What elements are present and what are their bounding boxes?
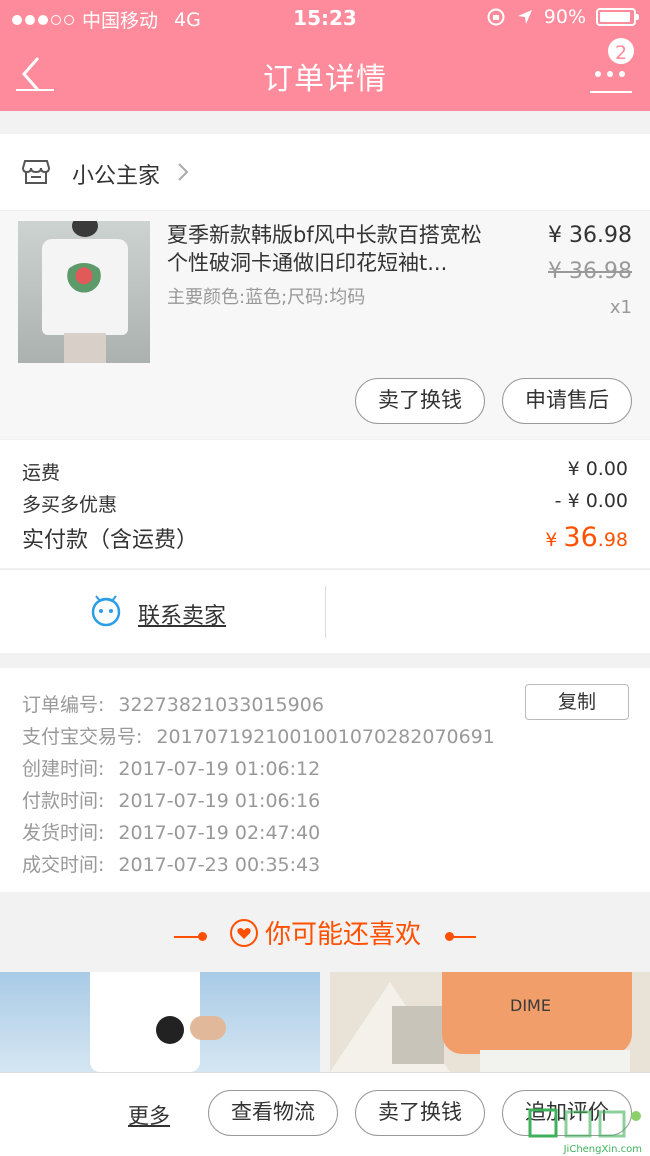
decor-line-right bbox=[446, 936, 476, 938]
notification-badge: 2 bbox=[606, 36, 636, 66]
more-link[interactable]: 更多 bbox=[128, 1100, 170, 1130]
rotation-lock-icon bbox=[487, 8, 505, 26]
order-info-value: 2017-07-23 00:35:43 bbox=[118, 854, 321, 876]
sell-for-cash-button[interactable]: 卖了换钱 bbox=[355, 378, 485, 424]
order-info-row: 订单编号: 32273821033015906 bbox=[22, 690, 324, 717]
shipping-value: ¥ 0.00 bbox=[567, 458, 628, 480]
order-info-label: 创建时间: bbox=[22, 758, 105, 780]
order-info-row: 支付宝交易号: 2017071921001001070282070691 bbox=[22, 722, 495, 749]
order-info-value: 2017071921001001070282070691 bbox=[156, 726, 495, 748]
location-icon bbox=[517, 10, 532, 24]
discount-value: - ¥ 0.00 bbox=[554, 490, 628, 512]
shop-name: 小公主家 bbox=[72, 164, 161, 189]
shop-icon bbox=[22, 160, 50, 184]
chevron-right-icon bbox=[178, 163, 189, 181]
shipping-label: 运费 bbox=[22, 462, 61, 484]
order-info-value: 2017-07-19 01:06:16 bbox=[118, 790, 321, 812]
recommend-item-image[interactable] bbox=[0, 972, 320, 1072]
shipping-row: 运费 ¥ 0.00 bbox=[22, 458, 628, 485]
recommend-item-image[interactable]: DIME bbox=[330, 972, 650, 1072]
order-info-row: 成交时间: 2017-07-23 00:35:43 bbox=[22, 850, 320, 877]
heart-icon bbox=[229, 919, 258, 947]
recommend-title: 你可能还喜欢 bbox=[264, 920, 421, 950]
chat-face-icon bbox=[91, 595, 121, 627]
watermark-text: JiChengXin.com bbox=[563, 1144, 642, 1155]
order-info-label: 成交时间: bbox=[22, 854, 105, 876]
order-info-row: 付款时间: 2017-07-19 01:06:16 bbox=[22, 786, 320, 813]
order-info-row: 发货时间: 2017-07-19 02:47:40 bbox=[22, 818, 320, 845]
view-logistics-button[interactable]: 查看物流 bbox=[208, 1090, 338, 1136]
order-info-value: 2017-07-19 02:47:40 bbox=[118, 822, 321, 844]
discount-row: 多买多优惠 - ¥ 0.00 bbox=[22, 490, 628, 517]
recommend-title-wrap: 你可能还喜欢 bbox=[0, 914, 650, 951]
total-integer: 36 bbox=[563, 522, 598, 553]
fee-summary: 运费 ¥ 0.00 多买多优惠 - ¥ 0.00 实付款（含运费） ¥ 36.9… bbox=[0, 440, 650, 568]
total-currency: ¥ bbox=[545, 529, 564, 551]
order-info-label: 发货时间: bbox=[22, 822, 105, 844]
product-image[interactable] bbox=[18, 221, 150, 363]
header-bar: 中国移动 4G 15:23 90% 订单详情 2 bbox=[0, 0, 650, 111]
status-bar: 中国移动 4G 15:23 90% bbox=[0, 0, 650, 36]
product-quantity: x1 bbox=[609, 297, 632, 318]
total-label: 实付款（含运费） bbox=[22, 528, 199, 553]
shop-row[interactable]: 小公主家 bbox=[0, 134, 650, 211]
order-info-row: 创建时间: 2017-07-19 01:06:12 bbox=[22, 754, 320, 781]
order-info-label: 订单编号: bbox=[22, 694, 105, 716]
total-decimal: .98 bbox=[597, 529, 628, 551]
order-info-label: 支付宝交易号: bbox=[22, 726, 143, 748]
order-info-value: 2017-07-19 01:06:12 bbox=[118, 758, 321, 780]
order-info-label: 付款时间: bbox=[22, 790, 105, 812]
total-row: 实付款（含运费） ¥ 36.98 bbox=[22, 522, 628, 554]
order-info: 复制 订单编号: 32273821033015906 支付宝交易号: 20170719… bbox=[0, 668, 650, 892]
divider bbox=[325, 586, 326, 638]
product-original-price: ¥ 36.98 bbox=[548, 259, 632, 284]
page-title: 订单详情 bbox=[263, 62, 387, 97]
total-value: ¥ 36.98 bbox=[545, 522, 628, 553]
order-info-value: 32273821033015906 bbox=[118, 694, 324, 716]
product-attributes: 主要颜色:蓝色;尺码:均码 bbox=[167, 287, 366, 308]
product-card: 夏季新款韩版bf风中长款百搭宽松个性破洞卡通做旧印花短袖t... 主要颜色:蓝色… bbox=[0, 211, 650, 439]
contact-seller-link[interactable]: 联系卖家 bbox=[138, 598, 226, 630]
product-price: ¥ 36.98 bbox=[548, 223, 632, 248]
battery-icon bbox=[596, 8, 639, 26]
copy-order-button[interactable]: 复制 bbox=[525, 684, 629, 720]
battery-text: 90% bbox=[543, 6, 586, 28]
shirt-print-text: DIME bbox=[510, 996, 551, 1015]
discount-label: 多买多优惠 bbox=[22, 494, 118, 516]
contact-section: 联系卖家 bbox=[0, 569, 650, 653]
request-after-sale-button[interactable]: 申请售后 bbox=[502, 378, 632, 424]
sell-for-cash-bottom-button[interactable]: 卖了换钱 bbox=[355, 1090, 485, 1136]
product-title[interactable]: 夏季新款韩版bf风中长款百搭宽松个性破洞卡通做旧印花短袖t... bbox=[167, 221, 502, 277]
recommend-header: 你可能还喜欢 bbox=[0, 892, 650, 972]
